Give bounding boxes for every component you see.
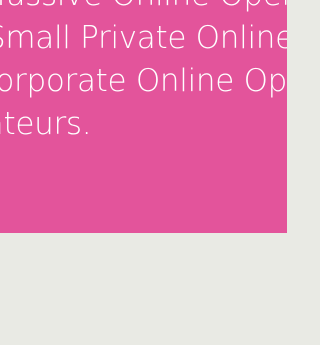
hero-banner: Massive Online Open C Small Private Onli… — [0, 0, 287, 233]
hero-line-4: Amateurs. — [0, 106, 92, 142]
hero-line-1: Massive Online Open C — [0, 0, 287, 17]
hero-text: Massive Online Open C Small Private Onli… — [0, 0, 287, 146]
hero-line-3: Corporate Online Open — [0, 63, 287, 99]
hero-line-2: Small Private Online Co — [0, 20, 287, 56]
content-area — [0, 233, 287, 345]
